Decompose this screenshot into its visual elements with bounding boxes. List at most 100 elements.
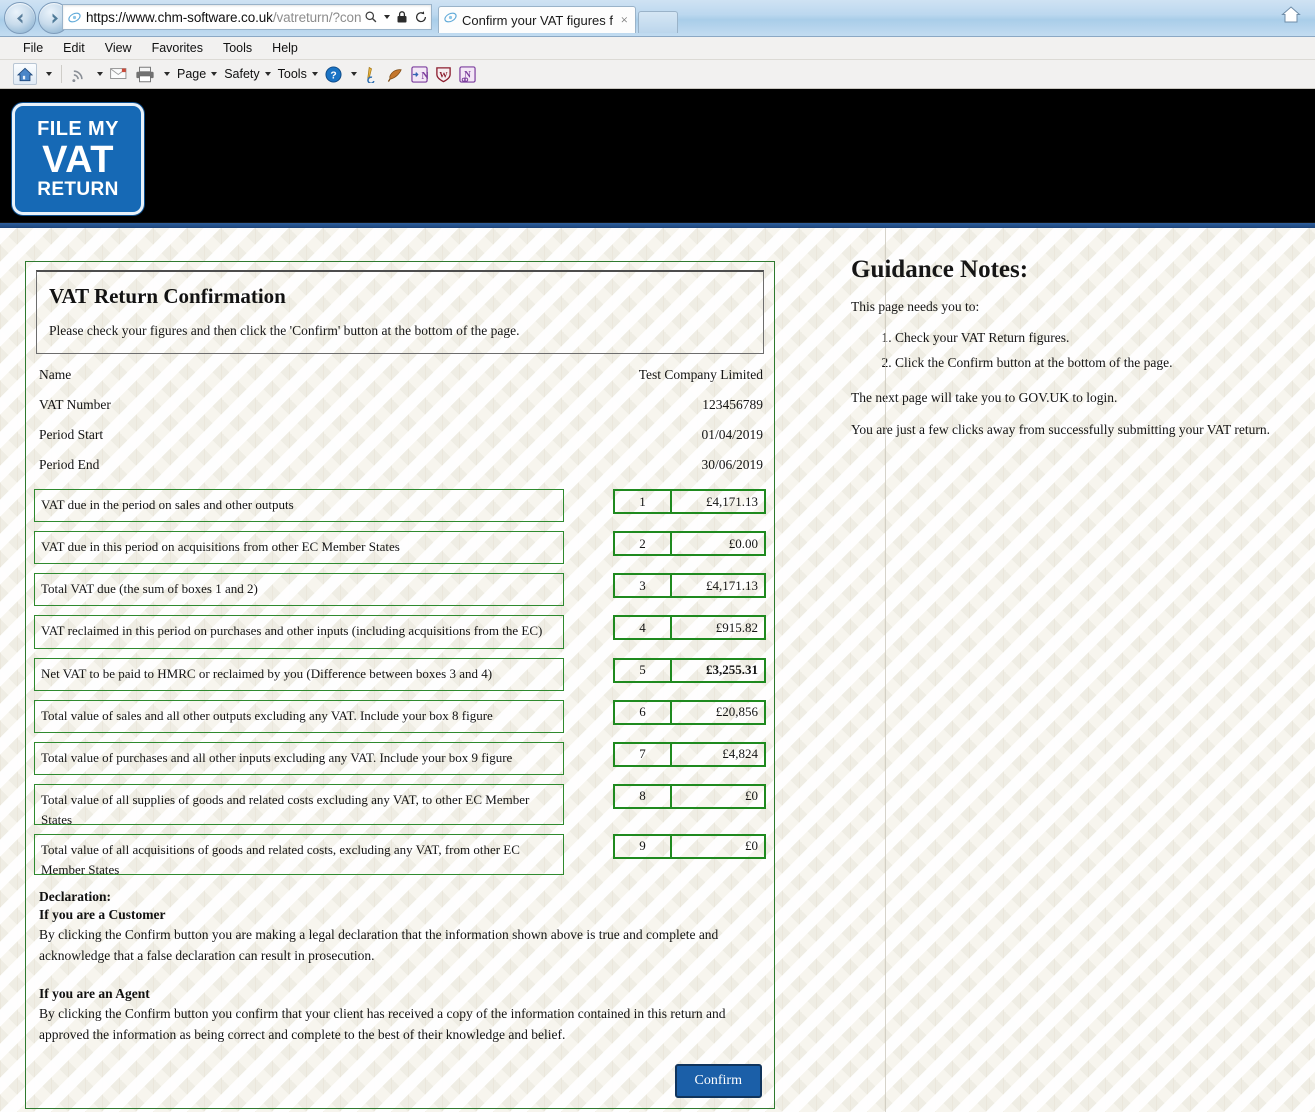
- svg-text:N: N: [421, 70, 428, 81]
- shield-addon-icon[interactable]: W: [432, 65, 455, 84]
- home-dropdown[interactable]: [41, 71, 55, 77]
- vat-box-value-group: 5£3,255.31: [613, 658, 766, 683]
- vat-box-label: Total value of sales and all other outpu…: [34, 700, 564, 733]
- menu-item-favorites[interactable]: Favorites: [143, 39, 212, 57]
- chevron-down-icon[interactable]: [381, 15, 393, 19]
- menu-item-help[interactable]: Help: [263, 39, 307, 57]
- menu-item-tools[interactable]: Tools: [214, 39, 261, 57]
- vat-box-value-group: 3£4,171.13: [613, 573, 766, 598]
- site-logo[interactable]: FILE MY VAT RETURN: [12, 103, 144, 215]
- tools-menu-label: Tools: [278, 67, 307, 81]
- back-button[interactable]: [4, 2, 36, 34]
- vat-box-row: Total value of all supplies of goods and…: [34, 784, 766, 825]
- vat-box-label: Total value of all supplies of goods and…: [34, 784, 564, 825]
- vat-box-label: Total VAT due (the sum of boxes 1 and 2): [34, 573, 564, 606]
- vat-box-label: VAT due in the period on sales and other…: [34, 489, 564, 522]
- vat-box-value-group: 7£4,824: [613, 742, 766, 767]
- onenote-linked-icon[interactable]: N: [456, 65, 479, 84]
- vat-box-number: 9: [615, 836, 672, 857]
- button-row: Confirm: [34, 1064, 766, 1098]
- detail-value: 30/06/2019: [701, 457, 763, 473]
- guidance-steps: Check your VAT Return figures.Click the …: [851, 328, 1271, 374]
- site-banner: FILE MY VAT RETURN: [0, 89, 1315, 223]
- guidance-step: Check your VAT Return figures.: [895, 328, 1271, 348]
- detail-value: Test Company Limited: [639, 367, 763, 383]
- address-bar-text[interactable]: https://www.chm-software.co.uk/vatreturn…: [85, 10, 361, 25]
- page-content: VAT Return Confirmation Please check you…: [0, 228, 1315, 1109]
- menu-item-edit[interactable]: Edit: [54, 39, 94, 57]
- vat-box-row: Total VAT due (the sum of boxes 1 and 2)…: [34, 573, 766, 606]
- svg-text:W: W: [439, 69, 448, 79]
- guidance-intro: This page needs you to:: [851, 296, 1271, 318]
- toolbar-divider: [61, 65, 62, 83]
- vat-box-label: Net VAT to be paid to HMRC or reclaimed …: [34, 658, 564, 691]
- guidance-title: Guidance Notes:: [851, 256, 1271, 284]
- detail-label: Period End: [39, 457, 99, 473]
- url-path: /vatreturn/?confir: [273, 10, 361, 25]
- feeds-dropdown[interactable]: [92, 71, 106, 77]
- vat-box-number: 5: [615, 660, 672, 681]
- vat-box-value-group: 8£0: [613, 784, 766, 809]
- vat-box-row: Total value of purchases and all other i…: [34, 742, 766, 775]
- tab-title: Confirm your VAT figures f...: [462, 13, 614, 28]
- guidance-notes-panel: Guidance Notes: This page needs you to: …: [851, 256, 1281, 1109]
- browser-chrome: https://www.chm-software.co.uk/vatreturn…: [0, 0, 1315, 89]
- home-button-titlebar[interactable]: [1281, 5, 1301, 29]
- menu-bar: File Edit View Favorites Tools Help: [0, 37, 1315, 60]
- vat-box-value-group: 9£0: [613, 834, 766, 859]
- tab-favicon-icon: [443, 10, 458, 30]
- declaration-heading: Declaration:: [39, 889, 760, 905]
- vat-box-value: £20,856: [672, 702, 764, 723]
- new-tab-button[interactable]: [638, 11, 678, 33]
- detail-value: 123456789: [702, 397, 763, 413]
- tab-strip: Confirm your VAT figures f... ×: [438, 3, 678, 33]
- address-bar[interactable]: https://www.chm-software.co.uk/vatreturn…: [62, 4, 432, 30]
- logo-line-3: RETURN: [37, 180, 119, 199]
- page-subtitle: Please check your figures and then click…: [49, 323, 751, 339]
- vat-box-value-group: 1£4,171.13: [613, 489, 766, 514]
- vat-box-value: £4,171.13: [672, 491, 764, 512]
- mail-button[interactable]: [107, 66, 131, 82]
- page-menu-button[interactable]: Page: [174, 66, 220, 82]
- url-domain: https://www.chm-software.co.uk: [86, 10, 273, 25]
- vat-box-row: Total value of all acquisitions of goods…: [34, 834, 766, 875]
- detail-row-period-start: Period Start 01/04/2019: [34, 420, 766, 450]
- vat-box-label: Total value of all acquisitions of goods…: [34, 834, 564, 875]
- menu-item-file[interactable]: File: [14, 39, 52, 57]
- svg-text:?: ?: [330, 70, 336, 81]
- feeds-button[interactable]: [68, 65, 91, 83]
- search-icon[interactable]: [361, 10, 381, 24]
- confirm-button[interactable]: Confirm: [675, 1064, 762, 1098]
- print-dropdown[interactable]: [159, 71, 173, 77]
- close-icon[interactable]: ×: [618, 12, 631, 28]
- help-dropdown[interactable]: [346, 71, 360, 77]
- print-button[interactable]: [132, 65, 158, 84]
- declaration-customer-heading: If you are a Customer: [39, 907, 760, 923]
- detail-label: VAT Number: [39, 397, 111, 413]
- vat-return-panel: VAT Return Confirmation Please check you…: [25, 261, 775, 1109]
- detail-row-vat-number: VAT Number 123456789: [34, 390, 766, 420]
- browser-tab[interactable]: Confirm your VAT figures f... ×: [438, 6, 636, 33]
- vat-box-value-group: 6£20,856: [613, 700, 766, 725]
- detail-label: Name: [39, 367, 71, 383]
- paint-addon-icon[interactable]: [384, 65, 407, 84]
- vat-box-number: 2: [615, 533, 672, 554]
- safety-menu-button[interactable]: Safety: [221, 66, 273, 82]
- tools-menu-button[interactable]: Tools: [275, 66, 321, 82]
- detail-row-name: Name Test Company Limited: [34, 360, 766, 390]
- help-button[interactable]: ?: [322, 65, 345, 84]
- lock-icon: [393, 10, 411, 24]
- vat-box-number: 3: [615, 575, 672, 596]
- vat-box-value: £4,824: [672, 744, 764, 765]
- vat-box-row: Net VAT to be paid to HMRC or reclaimed …: [34, 658, 766, 691]
- guidance-note-2: You are just a few clicks away from succ…: [851, 419, 1271, 441]
- column-divider: [885, 228, 886, 1112]
- vat-box-label: VAT reclaimed in this period on purchase…: [34, 615, 564, 648]
- vat-box-row: Total value of sales and all other outpu…: [34, 700, 766, 733]
- menu-item-view[interactable]: View: [96, 39, 141, 57]
- pen-addon-icon[interactable]: [361, 65, 383, 84]
- home-button[interactable]: [10, 62, 40, 86]
- refresh-icon[interactable]: [411, 10, 431, 24]
- detail-value: 01/04/2019: [701, 427, 763, 443]
- onenote-send-icon[interactable]: N: [408, 65, 431, 84]
